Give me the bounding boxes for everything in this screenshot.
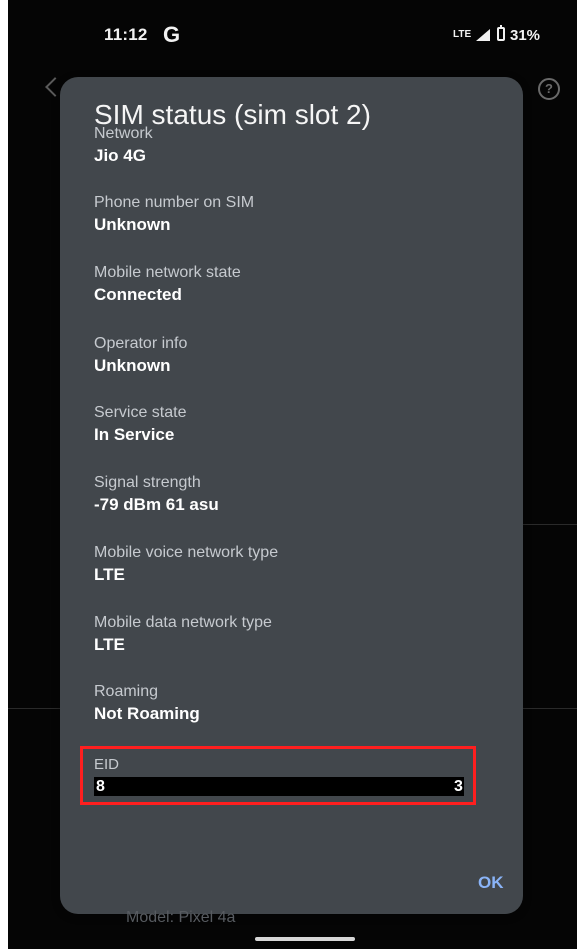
phone-screen: 11:12 G LTE 31% ? SIM status (sim slot 2… [8,0,577,949]
eid-highlight-box [80,746,476,805]
battery-icon [497,25,505,41]
ok-button[interactable]: OK [478,873,504,893]
service-state-field: Service state In Service [94,404,474,445]
google-icon: G [163,22,181,47]
field-value: In Service [94,425,175,444]
field-label: Operator info [94,335,188,352]
field-label: Mobile data network type [94,614,272,631]
signal-icon [476,29,490,41]
field-label: Roaming [94,683,159,700]
field-value: Jio 4G [94,146,146,165]
field-label: Phone number on SIM [94,194,255,211]
signal-strength-field: Signal strength -79 dBm 61 asu [94,474,474,515]
field-value: -79 dBm 61 asu [94,495,219,514]
home-indicator[interactable] [255,937,355,941]
field-value: Not Roaming [94,704,200,723]
field-value: Unknown [94,215,171,234]
eid-suffix: 3 [454,778,463,795]
eid-label: EID [94,756,120,773]
mobile-network-state-field: Mobile network state Connected [94,264,474,305]
eid-prefix: 8 [96,778,105,795]
field-label: Mobile network state [94,264,241,281]
field-label: Network [94,125,153,142]
eid-redaction-bar [94,777,464,796]
mobile-data-network-type-field: Mobile data network type LTE [94,614,474,655]
mobile-voice-network-type-field: Mobile voice network type LTE [94,544,474,585]
network-field: Network Jio 4G [94,125,474,166]
field-label: Mobile voice network type [94,544,279,561]
status-bar: 11:12 G LTE 31% [8,0,577,70]
roaming-field: Roaming Not Roaming [94,683,474,724]
network-type: LTE [453,29,472,40]
field-value: LTE [94,565,125,584]
operator-info-field: Operator info Unknown [94,335,474,376]
background-divider [515,708,577,709]
field-label: Service state [94,404,187,421]
help-icon[interactable]: ? [538,78,560,100]
background-divider [8,708,68,709]
sim-status-dialog: SIM status (sim slot 2) Network Jio 4G P… [60,77,523,914]
field-label: Signal strength [94,474,201,491]
field-value: Connected [94,285,182,304]
field-value: LTE [94,635,125,654]
model-info: Model: Pixel 4a [126,909,236,926]
status-time: 11:12 [104,25,148,44]
phone-number-field: Phone number on SIM Unknown [94,194,474,235]
battery-level: 31% [510,27,541,44]
field-value: Unknown [94,356,171,375]
